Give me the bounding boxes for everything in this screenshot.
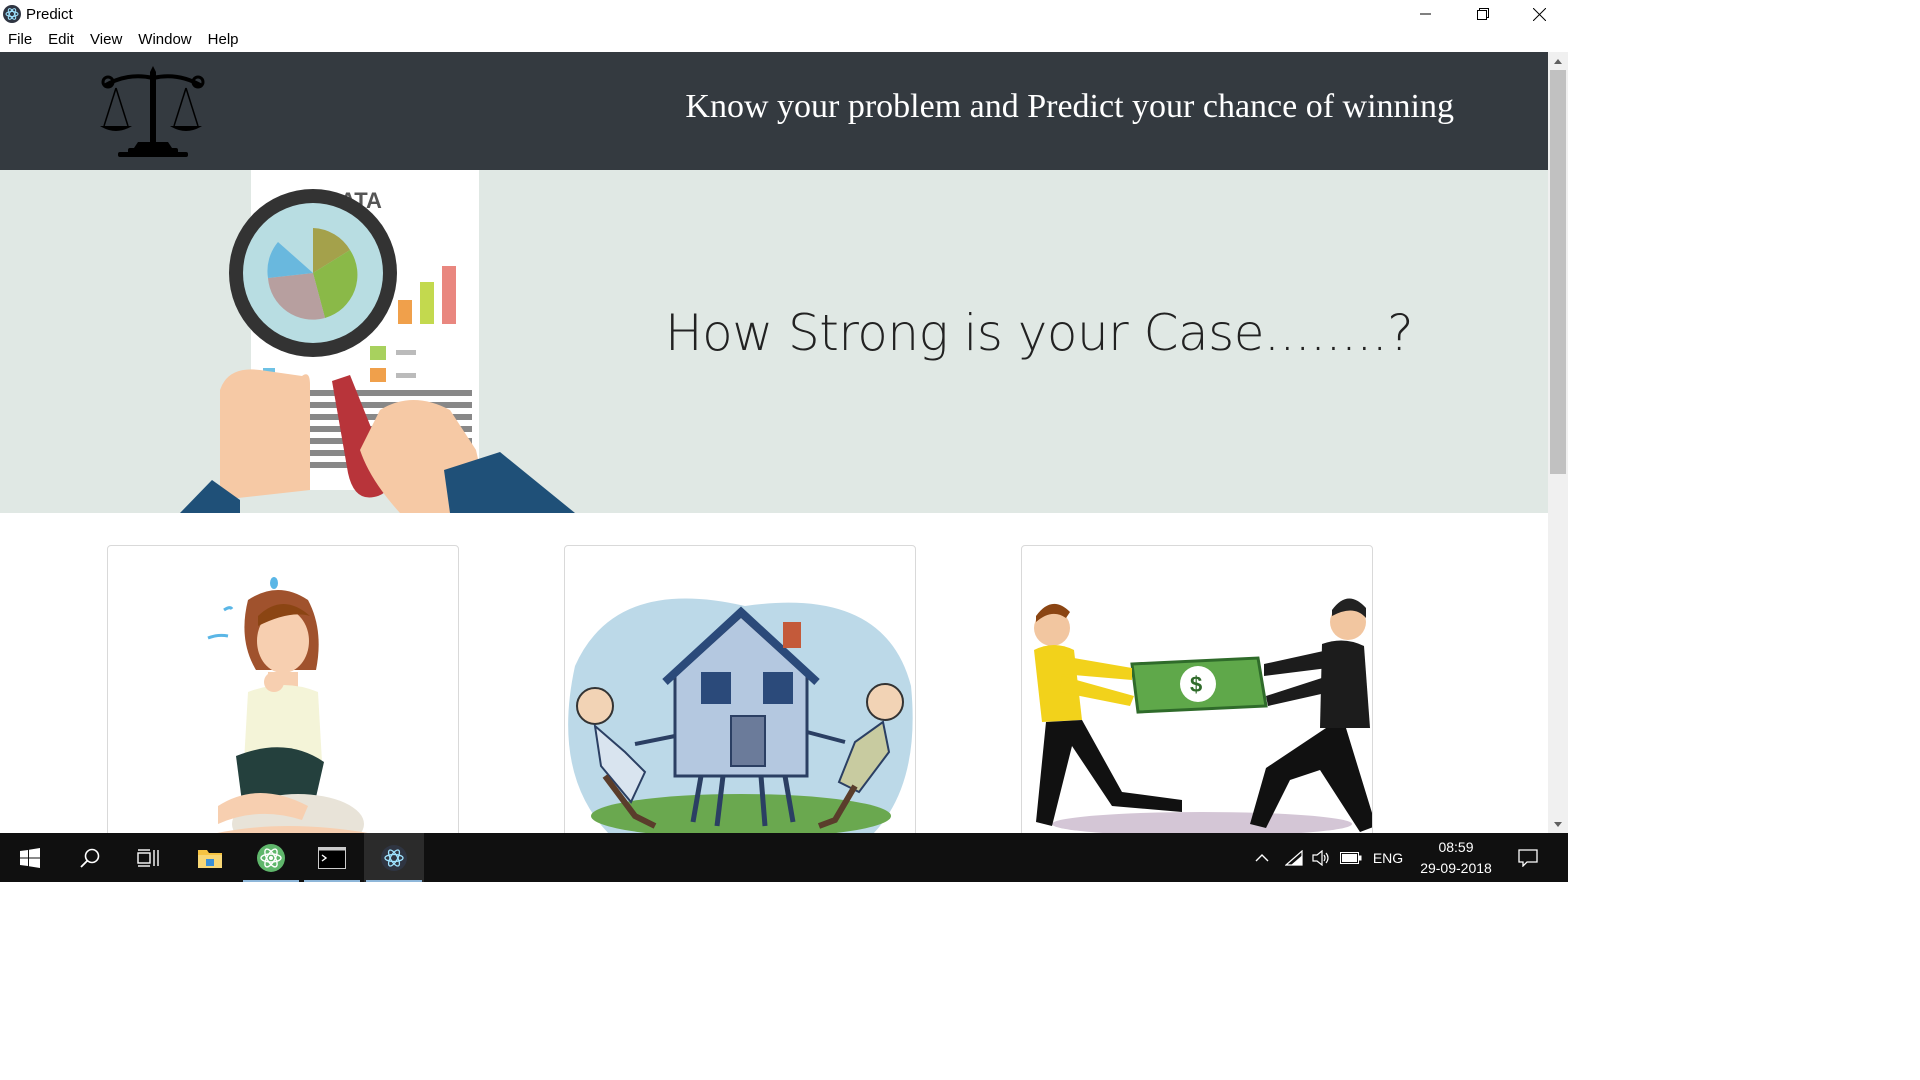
menu-view[interactable]: View — [82, 28, 130, 52]
scroll-thumb[interactable] — [1550, 70, 1566, 474]
taskbar-search[interactable] — [60, 833, 120, 882]
action-center-button[interactable] — [1508, 833, 1548, 882]
battery-icon — [1340, 851, 1362, 864]
money-dispute-image: $ — [1034, 598, 1372, 833]
terminal-icon — [318, 846, 346, 869]
language-indicator: ENG — [1372, 849, 1404, 866]
worried-woman-image — [207, 577, 368, 833]
hero-banner: ATA How Strong is your Case........? — [0, 170, 1548, 513]
search-icon — [80, 848, 100, 868]
vertical-scrollbar[interactable] — [1548, 52, 1568, 833]
battery-button[interactable] — [1338, 833, 1364, 882]
clock-time: 08:59 — [1438, 839, 1474, 855]
wifi-icon — [1285, 849, 1303, 866]
taskbar-clock[interactable]: 08:59 29-09-2018 — [1412, 837, 1500, 879]
show-hidden-icons-button[interactable] — [1250, 833, 1274, 882]
running-indicator — [366, 880, 422, 882]
taskbar-file-explorer[interactable] — [180, 833, 240, 882]
chevron-down-icon — [1554, 821, 1562, 827]
task-view-button[interactable] — [118, 833, 178, 882]
input-language-button[interactable]: ENG — [1368, 833, 1408, 882]
chevron-up-icon — [1255, 853, 1269, 861]
volume-button[interactable] — [1310, 833, 1332, 882]
task-view-icon — [137, 848, 159, 867]
menu-bar: File Edit View Window Help — [0, 28, 1568, 52]
speaker-icon — [1312, 849, 1329, 866]
scales-of-justice-logo — [100, 66, 205, 157]
running-indicator — [304, 880, 360, 882]
header-tagline: Know your problem and Predict your chanc… — [685, 88, 1454, 125]
svg-text:$: $ — [1190, 672, 1202, 697]
property-dispute-image — [568, 598, 913, 833]
case-card-3[interactable]: $ — [1021, 545, 1373, 833]
minimize-button[interactable] — [1397, 0, 1454, 28]
restore-button[interactable] — [1454, 0, 1511, 28]
taskbar: ENG 08:59 29-09-2018 — [0, 833, 1568, 882]
window-title: Predict — [26, 5, 73, 23]
app-icon — [3, 5, 21, 23]
menu-help[interactable]: Help — [200, 28, 247, 52]
clock-date: 29-09-2018 — [1420, 860, 1492, 876]
case-card-2[interactable] — [564, 545, 916, 833]
taskbar-terminal[interactable] — [302, 833, 362, 882]
taskbar-electron-app[interactable] — [364, 833, 424, 882]
scroll-down-button[interactable] — [1548, 815, 1568, 833]
page-viewport: Know your problem and Predict your chanc… — [0, 52, 1548, 833]
menu-window[interactable]: Window — [130, 28, 199, 52]
chevron-up-icon — [1554, 58, 1562, 64]
close-button[interactable] — [1511, 0, 1568, 28]
windows-start-icon — [20, 847, 40, 868]
restore-icon — [1476, 8, 1489, 20]
menu-file[interactable]: File — [0, 28, 40, 52]
notification-icon — [1518, 848, 1538, 867]
site-header: Know your problem and Predict your chanc… — [0, 52, 1548, 170]
running-indicator — [243, 880, 299, 882]
network-button[interactable] — [1282, 833, 1306, 882]
minimize-icon — [1419, 13, 1431, 15]
taskbar-atom[interactable] — [241, 833, 301, 882]
hero-title: How Strong is your Case........? — [665, 304, 1414, 362]
close-icon — [1533, 7, 1546, 21]
folder-icon — [198, 849, 222, 868]
case-card-1[interactable] — [107, 545, 459, 833]
title-bar: Predict — [0, 0, 1568, 28]
start-button[interactable] — [0, 833, 60, 882]
electron-icon — [381, 844, 407, 871]
scroll-up-button[interactable] — [1548, 52, 1568, 70]
atom-icon — [257, 843, 285, 872]
data-analysis-illustration: ATA — [180, 170, 575, 513]
menu-edit[interactable]: Edit — [40, 28, 82, 52]
